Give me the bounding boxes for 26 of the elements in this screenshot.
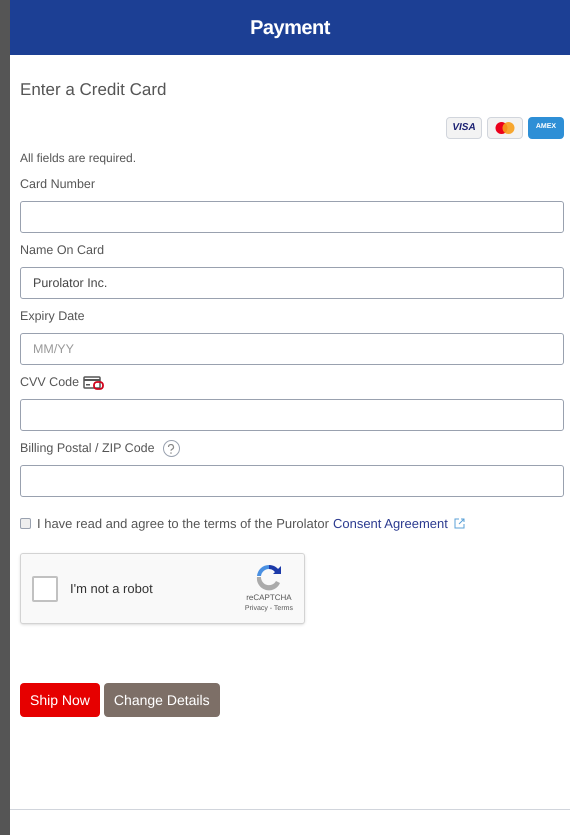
field-label: Name On Card (20, 242, 104, 260)
input-field[interactable] (20, 398, 564, 430)
change-details-button[interactable]: Change Details (104, 683, 220, 717)
mastercard-logo (487, 116, 523, 138)
input-field[interactable]: MM/YY (20, 332, 564, 364)
input-field[interactable] (20, 464, 564, 496)
field-label: Card Number (20, 176, 96, 194)
required-note: All fields are required. (20, 150, 138, 166)
dialog-title: Payment (250, 16, 330, 40)
captcha-brand: reCAPTCHA (246, 592, 292, 604)
section-title: Enter a Credit Card (20, 79, 168, 101)
ship-button[interactable]: Ship Now (20, 683, 100, 717)
captcha-checkbox[interactable] (32, 576, 58, 602)
external-link-icon (454, 518, 465, 529)
consent-link[interactable]: Consent Agreement (332, 514, 448, 533)
input-field[interactable] (20, 200, 564, 232)
field-label: Billing Postal / ZIP Code (20, 440, 155, 458)
consent-text: I have read and agree to the terms of the Purolator (37, 514, 329, 533)
visa-logo: VISA (446, 116, 482, 138)
card-icon (83, 376, 106, 390)
field-label: CVV Code (20, 374, 80, 392)
field-label: Expiry Date (20, 308, 85, 326)
captcha-label: I'm not a robot (70, 580, 153, 598)
input-field[interactable]: Purolator Inc. (20, 266, 564, 298)
consent-checkbox[interactable] (20, 518, 31, 529)
help-icon[interactable] (162, 440, 180, 457)
